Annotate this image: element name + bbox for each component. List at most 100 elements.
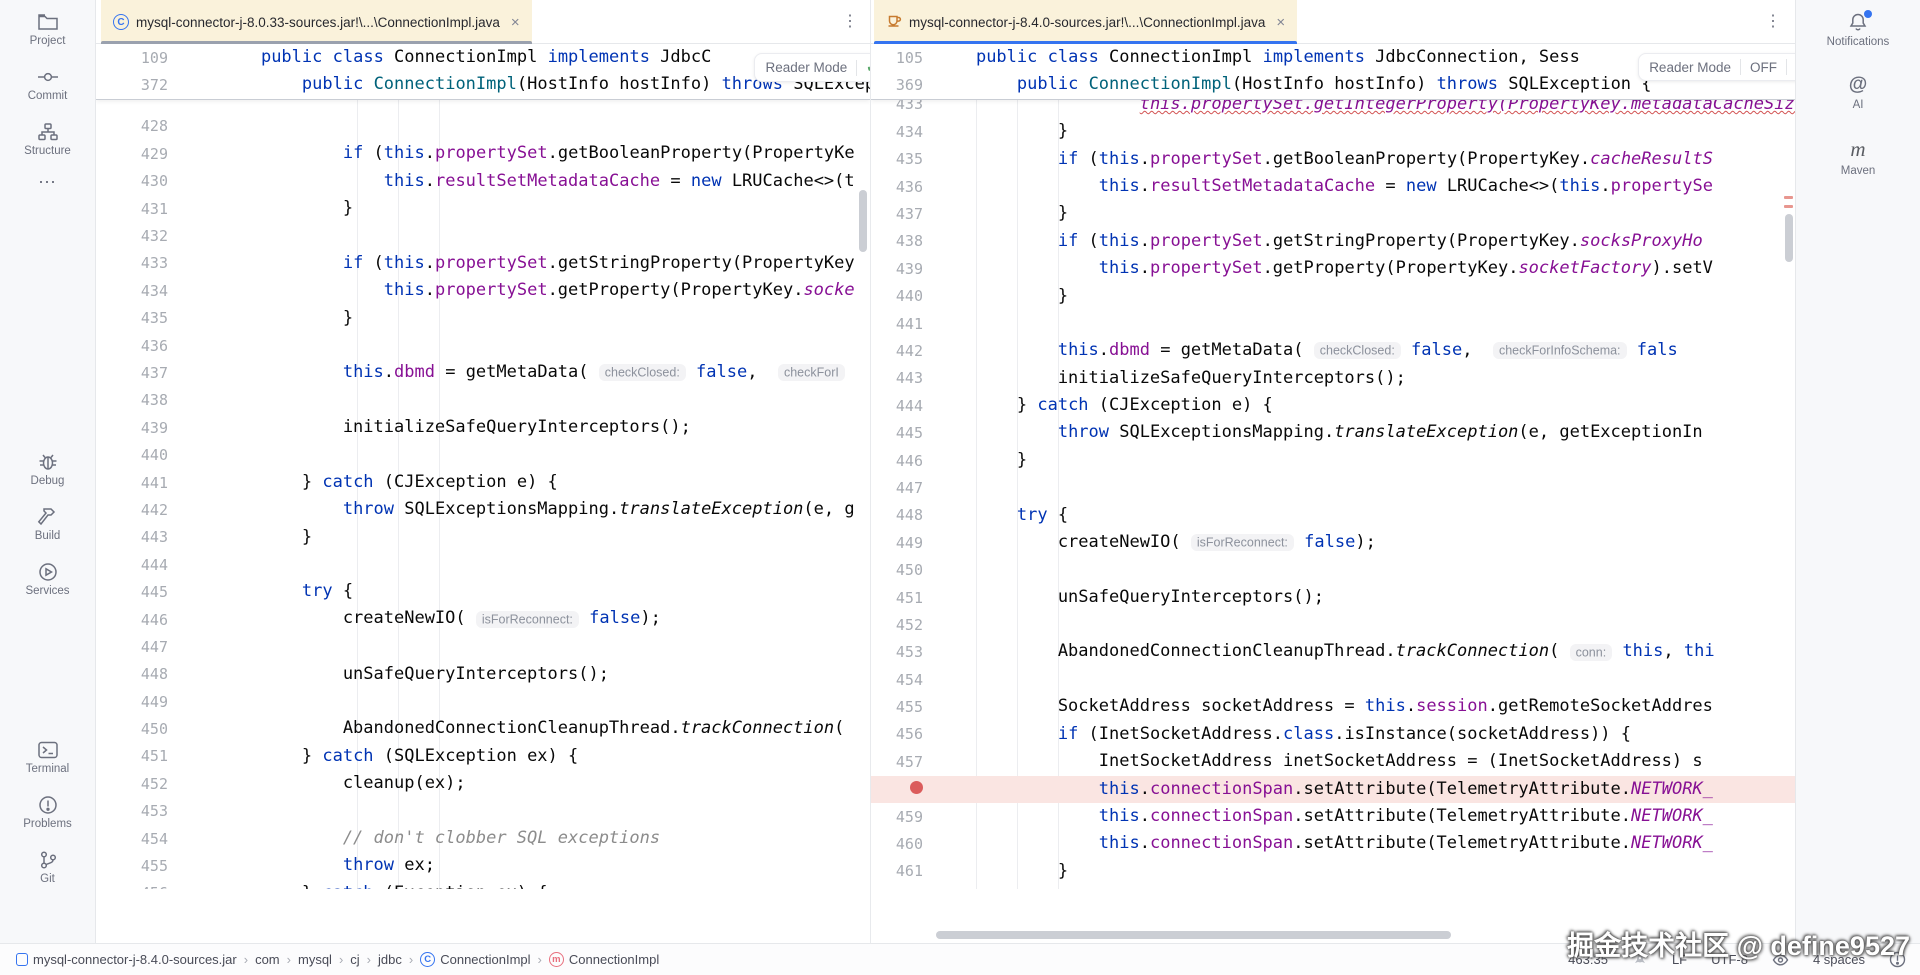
code-line[interactable]: 448 unSafeQueryInterceptors(); [96, 661, 870, 688]
line-number[interactable]: 452 [96, 775, 168, 793]
code-line[interactable]: 437 } [871, 200, 1795, 227]
line-number[interactable]: 446 [871, 452, 923, 470]
close-icon[interactable]: × [1276, 14, 1285, 31]
line-number[interactable]: 437 [871, 205, 923, 223]
line-number[interactable]: 449 [96, 693, 168, 711]
code-line[interactable]: 437 this.dbmd = getMetaData( checkClosed… [96, 359, 870, 386]
code-line[interactable]: 446 } [871, 447, 1795, 474]
code-line[interactable]: 439 this.propertySet.getProperty(Propert… [871, 255, 1795, 282]
line-number[interactable]: 432 [96, 227, 168, 245]
code-body-right[interactable]: 433 this.propertySet.getIntegerProperty(… [871, 99, 1795, 889]
line-number[interactable]: 437 [96, 364, 168, 382]
line-number[interactable]: 447 [871, 479, 923, 497]
line-number[interactable]: 447 [96, 638, 168, 656]
code-line[interactable]: this.connectionSpan.setAttribute(Telemet… [871, 775, 1795, 803]
code-line[interactable]: 453 [96, 798, 870, 825]
code-line[interactable]: 445 throw SQLExceptionsMapping.translate… [871, 419, 1795, 446]
line-number[interactable]: 441 [96, 474, 168, 492]
code-line[interactable]: 455 throw ex; [96, 852, 870, 879]
encoding-selector[interactable]: UTF-8 [1711, 952, 1748, 967]
line-number[interactable]: 459 [871, 808, 923, 826]
reader-mode-widget-left[interactable]: Reader Mode ✔ ☰ [754, 53, 870, 82]
breadcrumb-method[interactable]: m ConnectionImpl [548, 952, 659, 967]
sidebar-item-problems[interactable]: Problems [0, 795, 95, 830]
code-line[interactable]: 438 [96, 387, 870, 414]
code-line[interactable]: 454 // don't clobber SQL exceptions [96, 825, 870, 852]
breadcrumb-cj[interactable]: cj [350, 952, 359, 967]
code-line[interactable]: 449 [96, 688, 870, 715]
code-line[interactable]: 451 unSafeQueryInterceptors(); [871, 584, 1795, 611]
line-number[interactable]: 445 [96, 583, 168, 601]
code-line[interactable]: 445 try { [96, 578, 870, 605]
line-number[interactable]: 441 [871, 315, 923, 333]
sidebar-item-debug[interactable]: Debug [0, 452, 95, 487]
code-line[interactable]: 440 } [871, 283, 1795, 310]
vertical-scrollbar-thumb[interactable] [1785, 214, 1793, 262]
line-number[interactable]: 450 [96, 720, 168, 738]
warning-circle-icon[interactable] [1889, 951, 1906, 968]
tab-connectionimpl-8033[interactable]: C mysql-connector-j-8.0.33-sources.jar!\… [101, 0, 532, 44]
line-number[interactable]: 435 [871, 150, 923, 168]
code-line[interactable]: 429 if (this.propertySet.getBooleanPrope… [96, 140, 870, 167]
line-number[interactable]: 446 [96, 611, 168, 629]
code-line[interactable]: 443 } [96, 524, 870, 551]
line-number[interactable]: 439 [96, 419, 168, 437]
line-number[interactable]: 440 [96, 446, 168, 464]
read-only-eye-icon[interactable] [1772, 953, 1789, 967]
code-line[interactable]: 434 } [871, 118, 1795, 145]
line-number[interactable]: 445 [871, 424, 923, 442]
sidebar-item-ai[interactable]: @ AI [1796, 74, 1920, 111]
sidebar-item-notifications[interactable]: Notifications [1796, 10, 1920, 48]
line-number[interactable]: 448 [871, 506, 923, 524]
code-line[interactable]: 454 [871, 666, 1795, 693]
code-line[interactable]: 457 InetSocketAddress inetSocketAddress … [871, 748, 1795, 775]
code-line[interactable]: 452 cleanup(ex); [96, 770, 870, 797]
code-line[interactable]: 455 SocketAddress socketAddress = this.s… [871, 693, 1795, 720]
code-line[interactable]: 441 [871, 310, 1795, 337]
code-line[interactable]: 431 } [96, 195, 870, 222]
vertical-scrollbar-thumb[interactable] [859, 190, 867, 252]
line-number[interactable]: 372 [96, 76, 168, 94]
code-line[interactable]: 441 } catch (CJException e) { [96, 469, 870, 496]
line-number[interactable]: 457 [871, 753, 923, 771]
sidebar-item-build[interactable]: Build [0, 507, 95, 542]
line-number[interactable]: 439 [871, 260, 923, 278]
code-line[interactable]: 442 this.dbmd = getMetaData( checkClosed… [871, 337, 1795, 364]
line-number[interactable]: 455 [96, 857, 168, 875]
tab-options-kebab-icon[interactable]: ⋮ [1765, 12, 1781, 32]
code-line[interactable]: 428 [96, 113, 870, 140]
code-line[interactable]: 456 } catch (Exception ex) { [96, 880, 870, 889]
code-line[interactable]: 442 throw SQLExceptionsMapping.translate… [96, 496, 870, 523]
code-line[interactable]: 444 } catch (CJException e) { [871, 392, 1795, 419]
code-line[interactable]: 452 [871, 611, 1795, 638]
caret-position[interactable]: 463:35 [1568, 952, 1608, 967]
code-line[interactable]: 440 [96, 441, 870, 468]
indent-selector[interactable]: 4 spaces [1813, 952, 1865, 967]
line-number[interactable]: 456 [871, 725, 923, 743]
breadcrumb-jar[interactable]: mysql-connector-j-8.4.0-sources.jar [16, 952, 237, 967]
editor-right[interactable]: 105 public class ConnectionImpl implemen… [871, 44, 1795, 943]
code-line[interactable]: 436 [96, 332, 870, 359]
code-line[interactable]: 462 if (this.propertySet.getStringProper… [871, 885, 1795, 889]
line-number[interactable]: 442 [96, 501, 168, 519]
code-line[interactable]: 439 initializeSafeQueryInterceptors(); [96, 414, 870, 441]
code-line[interactable]: 459 this.connectionSpan.setAttribute(Tel… [871, 803, 1795, 830]
sidebar-item-git[interactable]: Git [0, 850, 95, 885]
code-line[interactable]: 456 if (InetSocketAddress.class.isInstan… [871, 721, 1795, 748]
sidebar-item-structure[interactable]: Structure [0, 122, 95, 157]
line-number[interactable]: 461 [871, 862, 923, 880]
line-number[interactable]: 438 [96, 391, 168, 409]
breadcrumb-mysql[interactable]: mysql [298, 952, 332, 967]
code-line[interactable]: 453 AbandonedConnectionCleanupThread.tra… [871, 639, 1795, 666]
line-number[interactable]: 436 [871, 178, 923, 196]
line-number[interactable]: 443 [96, 528, 168, 546]
line-number[interactable]: 105 [871, 49, 923, 67]
tab-connectionimpl-840[interactable]: mysql-connector-j-8.4.0-sources.jar!\...… [874, 0, 1298, 44]
line-number[interactable]: 433 [871, 100, 923, 114]
reader-mode-widget-right[interactable]: Reader Mode OFF ☰ [1638, 53, 1795, 81]
code-body-left[interactable]: 428 429 if (this.propertySet.getBooleanPr… [96, 99, 870, 889]
sidebar-item-terminal[interactable]: Terminal [0, 740, 95, 775]
tab-options-kebab-icon[interactable]: ⋮ [842, 12, 858, 32]
line-number[interactable]: 430 [96, 172, 168, 190]
line-number[interactable]: 444 [96, 556, 168, 574]
